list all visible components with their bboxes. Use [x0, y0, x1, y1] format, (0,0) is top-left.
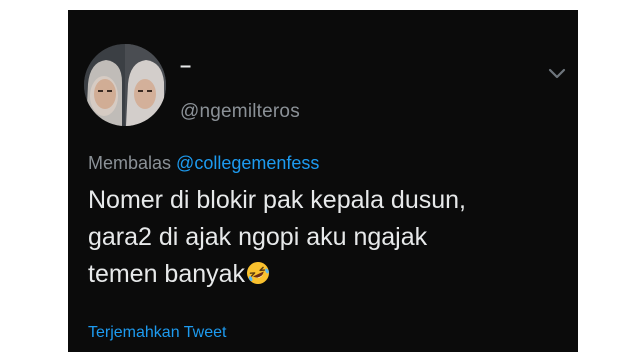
- chevron-down-icon[interactable]: [548, 68, 566, 80]
- tweet-text-line: temen banyak: [88, 256, 568, 293]
- translate-tweet-link[interactable]: Terjemahkan Tweet: [88, 325, 226, 341]
- tweet-text-line: gara2 di ajak ngopi aku ngajak: [88, 223, 428, 251]
- reply-prefix: Membalas: [88, 153, 172, 173]
- display-name[interactable]: –: [180, 56, 191, 76]
- reply-context: Membalas @collegemenfess: [88, 153, 319, 175]
- tweet-text: Nomer di blokir pak kepala dusun, gara2 …: [88, 182, 568, 293]
- tweet-text-line: Nomer di blokir pak kepala dusun,: [88, 186, 466, 214]
- tweet-text-line-content: temen banyak: [88, 260, 246, 288]
- avatar[interactable]: [84, 44, 166, 126]
- reply-mention-link[interactable]: @collegemenfess: [176, 153, 319, 173]
- avatar-image: [84, 44, 166, 126]
- tweet-card[interactable]: – @ngemilteros Membalas @collegemenfess …: [68, 10, 578, 352]
- user-handle[interactable]: @ngemilteros: [180, 102, 300, 121]
- rolling-on-the-floor-laughing-icon: [247, 262, 270, 284]
